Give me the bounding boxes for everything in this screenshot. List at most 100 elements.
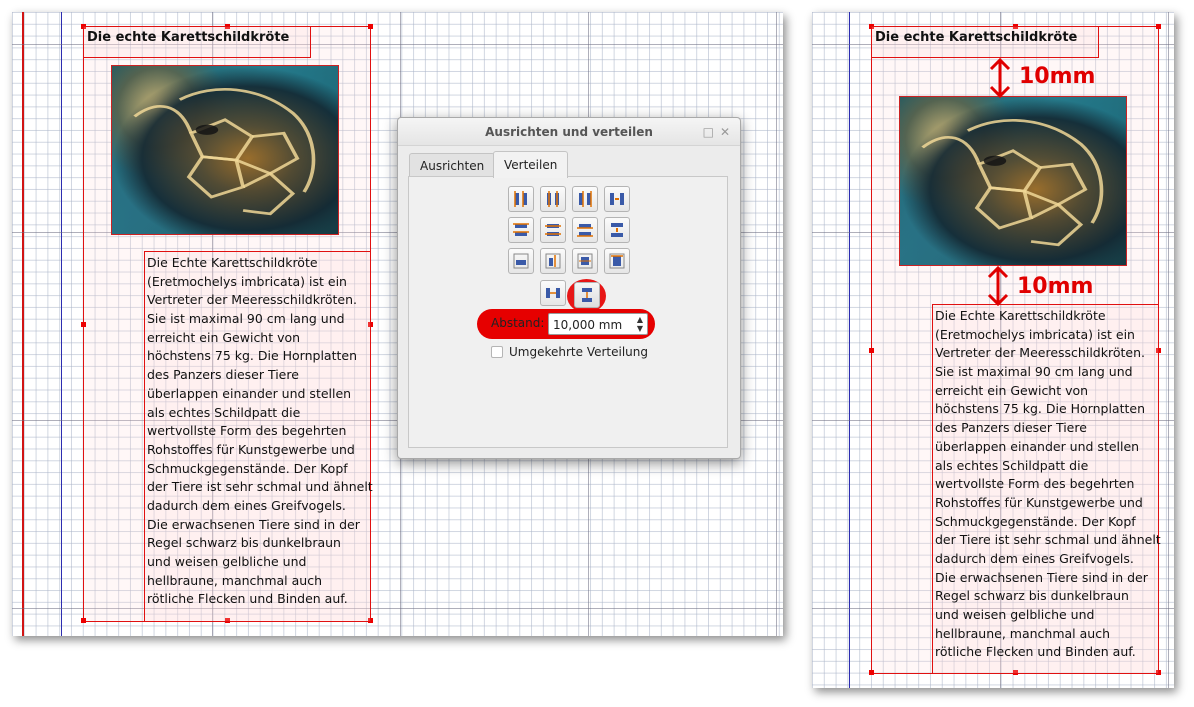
- distribute-hspace-icon: [546, 288, 560, 298]
- close-icon[interactable]: ✕: [720, 118, 730, 146]
- body-line: hellbraune, manchmal auch: [935, 625, 1110, 641]
- body-line: Schmuckgegenstände. Der Kopf: [147, 460, 348, 476]
- dialog-titlebar[interactable]: Ausrichten und verteilen □ ✕: [398, 118, 740, 146]
- body-line: der Tiere ist sehr schmal und ähnelt: [935, 532, 1161, 548]
- body-line: des Panzers dieser Tiere: [935, 420, 1087, 436]
- distribute-vspace-button[interactable]: [574, 282, 600, 308]
- body-line: der Tiere ist sehr schmal und ähnelt: [147, 479, 373, 495]
- body-line: und weisen gelbliche und: [147, 554, 307, 569]
- spacing-label: Abstand:: [491, 316, 545, 330]
- distribute-vcenter-icon: [545, 224, 561, 236]
- group-handle-bl[interactable]: [869, 670, 874, 675]
- distribute-bottom-button[interactable]: [572, 217, 598, 243]
- body-line: des Panzers dieser Tiere: [147, 367, 299, 383]
- body-line: als echtes Schildpatt die: [147, 404, 301, 420]
- distribute-page-margin-button[interactable]: [540, 248, 566, 274]
- group-handle-ml[interactable]: [81, 322, 86, 327]
- body-line: Regel schwarz bis dunkelbraun: [147, 535, 341, 551]
- right-page[interactable]: Die echte Karettschildkröte Die Echte Ka…: [812, 12, 1174, 688]
- distribute-left-button[interactable]: [508, 186, 534, 212]
- body-line: Rohstoffes für Kunstgewerbe und: [935, 494, 1143, 510]
- group-handle-ml[interactable]: [869, 348, 874, 353]
- body-line: erreicht ein Gewicht von: [147, 329, 301, 345]
- distribute-page-width-button[interactable]: [508, 248, 534, 274]
- distribute-page-vmargin-button[interactable]: [604, 248, 630, 274]
- guide-v4: [776, 12, 777, 636]
- group-handle-bl[interactable]: [81, 618, 86, 623]
- body-line: rötliche Flecken und Binden auf.: [147, 591, 348, 607]
- guide-v2: [1168, 12, 1169, 688]
- distribute-page-margin-icon: [545, 253, 561, 269]
- body-line: als echtes Schildpatt die: [935, 457, 1089, 473]
- body-line: höchstens 75 kg. Die Hornplatten: [147, 348, 358, 364]
- reverse-distribution-label: Umgekehrte Verteilung: [509, 345, 648, 359]
- body-line: wertvollste Form des begehrten: [935, 476, 1135, 492]
- body-line: erreicht ein Gewicht von: [935, 382, 1089, 398]
- body-line: Rohstoffes für Kunstgewerbe und: [147, 441, 355, 457]
- heading-frame[interactable]: Die echte Karettschildkröte: [83, 26, 311, 58]
- body-line: Die erwachsenen Tiere sind in der: [147, 516, 360, 532]
- distribute-hcenter-icon: [547, 191, 559, 207]
- body-text-frame[interactable]: Die Echte Karettschildkröte (Eretmochely…: [144, 251, 373, 622]
- body-line: rötliche Flecken und Binden auf.: [935, 644, 1136, 660]
- body-line: Vertreter der Meeresschildkröten.: [147, 292, 357, 308]
- body-line: (Eretmochelys imbricata) ist ein: [147, 273, 347, 289]
- maximize-icon[interactable]: □: [703, 118, 714, 146]
- left-blue-guide: [61, 12, 62, 636]
- body-line: Die erwachsenen Tiere sind in der: [935, 569, 1148, 585]
- top-gap-arrow-icon: [989, 58, 1011, 98]
- body-line: Sie ist maximal 90 cm lang und: [935, 364, 1133, 380]
- turtle-photo[interactable]: [899, 96, 1127, 266]
- body-line: Die Echte Karettschildkröte: [147, 255, 318, 270]
- body-line: (Eretmochelys imbricata) ist ein: [935, 326, 1135, 342]
- distribute-vgap-button[interactable]: [604, 217, 630, 243]
- tab-ausrichten[interactable]: Ausrichten: [409, 153, 496, 177]
- distribute-vgap-icon: [611, 223, 623, 237]
- heading-frame[interactable]: Die echte Karettschildkröte: [871, 26, 1099, 58]
- spinbox-arrows-icon[interactable]: ▲ ▼: [637, 315, 643, 333]
- spacing-input[interactable]: [549, 315, 627, 335]
- body-line: Sie ist maximal 90 cm lang und: [147, 311, 345, 327]
- bottom-gap-label: 10mm: [1017, 274, 1094, 299]
- distribute-page-height-button[interactable]: [572, 248, 598, 274]
- group-handle-tr[interactable]: [1156, 24, 1161, 29]
- top-gap-label: 10mm: [1019, 64, 1096, 89]
- left-margin-red-guide: [22, 12, 24, 636]
- distribute-hcenter-button[interactable]: [540, 186, 566, 212]
- spacing-spinbox[interactable]: ▲▼: [548, 313, 648, 335]
- distribute-top-icon: [513, 223, 529, 236]
- body-line: Die Echte Karettschildkröte: [935, 308, 1106, 323]
- distribute-page-width-icon: [513, 253, 529, 269]
- group-handle-tr[interactable]: [368, 24, 373, 29]
- distribute-vcenter-button[interactable]: [540, 217, 566, 243]
- distribute-right-button[interactable]: [572, 186, 598, 212]
- body-line: überlappen einander und stellen: [935, 438, 1140, 454]
- reverse-distribution-checkbox[interactable]: [491, 346, 503, 358]
- body-line: überlappen einander und stellen: [147, 385, 352, 401]
- distribute-left-icon: [514, 191, 527, 207]
- body-line: wertvollste Form des begehrten: [147, 423, 347, 439]
- body-line: dadurch dem eines Greifvogels.: [935, 550, 1134, 566]
- bottom-gap-arrow-icon: [987, 266, 1009, 306]
- turtle-photo-pattern: [133, 88, 316, 216]
- turtle-photo[interactable]: [111, 65, 339, 235]
- distribute-hgap-button[interactable]: [604, 186, 630, 212]
- dialog-title: Ausrichten und verteilen: [485, 125, 653, 139]
- body-line: Schmuckgegenstände. Der Kopf: [935, 513, 1136, 529]
- tab-verteilen[interactable]: Verteilen: [493, 151, 569, 178]
- distribute-hspace-button[interactable]: [540, 280, 566, 306]
- distribute-vspace-icon: [582, 288, 592, 302]
- body-line: Vertreter der Meeresschildkröten.: [935, 345, 1145, 361]
- distribute-bottom-icon: [577, 224, 593, 237]
- body-line: dadurch dem eines Greifvogels.: [147, 497, 346, 513]
- distribute-top-button[interactable]: [508, 217, 534, 243]
- body-line: hellbraune, manchmal auch: [147, 572, 322, 588]
- reverse-distribution-row[interactable]: Umgekehrte Verteilung: [491, 345, 648, 359]
- body-line: Regel schwarz bis dunkelbraun: [935, 588, 1129, 604]
- body-line: höchstens 75 kg. Die Hornplatten: [935, 401, 1146, 417]
- right-blue-guide: [849, 12, 850, 688]
- distribute-page-vmargin-icon: [609, 253, 625, 269]
- distribute-page-height-icon: [577, 253, 593, 269]
- distribute-hgap-icon: [610, 193, 624, 205]
- body-text-frame[interactable]: Die Echte Karettschildkröte (Eretmochely…: [932, 304, 1161, 674]
